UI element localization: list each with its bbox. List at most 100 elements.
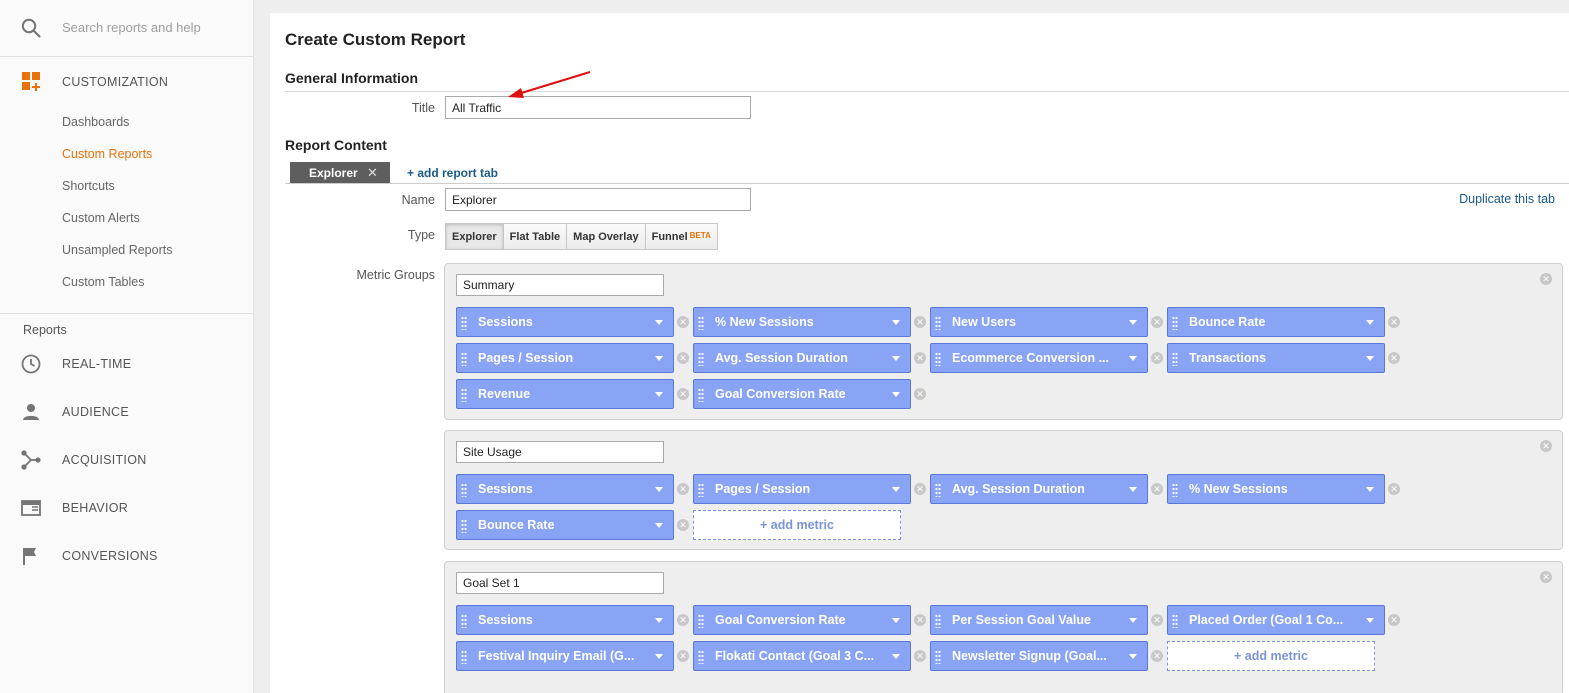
sidebar-item-unsampled-reports[interactable]: Unsampled Reports xyxy=(62,243,172,257)
drag-grip-icon[interactable] xyxy=(461,614,467,628)
sidebar-item-audience[interactable]: AUDIENCE xyxy=(0,397,254,427)
remove-circle-icon[interactable]: ✕ xyxy=(1388,352,1400,364)
metric-chip[interactable]: Transactions xyxy=(1167,343,1385,373)
caret-down-icon[interactable] xyxy=(1366,356,1374,361)
remove-circle-icon[interactable]: ✕ xyxy=(914,650,926,662)
metric-chip[interactable]: Bounce Rate xyxy=(1167,307,1385,337)
caret-down-icon[interactable] xyxy=(655,523,663,528)
metric-chip[interactable]: Avg. Session Duration xyxy=(693,343,911,373)
close-icon[interactable]: ✕ xyxy=(367,165,378,181)
drag-grip-icon[interactable] xyxy=(1172,483,1178,497)
caret-down-icon[interactable] xyxy=(892,487,900,492)
metric-chip[interactable]: Flokati Contact (Goal 3 C... xyxy=(693,641,911,671)
remove-circle-icon[interactable]: ✕ xyxy=(1151,483,1163,495)
metric-chip[interactable]: Revenue xyxy=(456,379,674,409)
sidebar-item-conversions[interactable]: CONVERSIONS xyxy=(0,541,254,571)
caret-down-icon[interactable] xyxy=(655,618,663,623)
caret-down-icon[interactable] xyxy=(655,654,663,659)
sidebar-item-realtime[interactable]: REAL-TIME xyxy=(0,349,254,379)
caret-down-icon[interactable] xyxy=(1129,320,1137,325)
drag-grip-icon[interactable] xyxy=(935,650,941,664)
caret-down-icon[interactable] xyxy=(655,392,663,397)
type-flat-table-button[interactable]: Flat Table xyxy=(502,223,568,250)
remove-circle-icon[interactable]: ✕ xyxy=(914,388,926,400)
caret-down-icon[interactable] xyxy=(1129,654,1137,659)
drag-grip-icon[interactable] xyxy=(1172,316,1178,330)
metric-chip[interactable]: Goal Conversion Rate xyxy=(693,379,911,409)
metric-group-name-input[interactable] xyxy=(456,274,664,296)
remove-circle-icon[interactable]: ✕ xyxy=(677,388,689,400)
metric-chip[interactable]: Pages / Session xyxy=(693,474,911,504)
remove-circle-icon[interactable]: ✕ xyxy=(914,614,926,626)
type-funnel-button[interactable]: Funnel BETA xyxy=(644,223,718,250)
metric-chip[interactable]: Ecommerce Conversion ... xyxy=(930,343,1148,373)
metric-group-name-input[interactable] xyxy=(456,572,664,594)
remove-circle-icon[interactable]: ✕ xyxy=(1151,316,1163,328)
remove-circle-icon[interactable]: ✕ xyxy=(1540,273,1552,285)
add-metric-button[interactable]: + add metric xyxy=(1167,641,1375,671)
caret-down-icon[interactable] xyxy=(1129,356,1137,361)
caret-down-icon[interactable] xyxy=(892,356,900,361)
drag-grip-icon[interactable] xyxy=(698,614,704,628)
caret-down-icon[interactable] xyxy=(1129,487,1137,492)
drag-grip-icon[interactable] xyxy=(698,352,704,366)
remove-circle-icon[interactable]: ✕ xyxy=(677,650,689,662)
drag-grip-icon[interactable] xyxy=(461,316,467,330)
sidebar-item-dashboards[interactable]: Dashboards xyxy=(62,115,129,129)
remove-circle-icon[interactable]: ✕ xyxy=(677,352,689,364)
drag-grip-icon[interactable] xyxy=(461,650,467,664)
metric-chip[interactable]: % New Sessions xyxy=(693,307,911,337)
metric-chip[interactable]: New Users xyxy=(930,307,1148,337)
metric-chip[interactable]: Pages / Session xyxy=(456,343,674,373)
drag-grip-icon[interactable] xyxy=(461,483,467,497)
metric-chip[interactable]: Festival Inquiry Email (G... xyxy=(456,641,674,671)
drag-grip-icon[interactable] xyxy=(461,352,467,366)
search-input[interactable] xyxy=(62,16,242,38)
drag-grip-icon[interactable] xyxy=(698,316,704,330)
search-icon[interactable] xyxy=(20,17,42,39)
metric-chip[interactable]: % New Sessions xyxy=(1167,474,1385,504)
metric-chip[interactable]: Sessions xyxy=(456,605,674,635)
sidebar-item-acquisition[interactable]: ACQUISITION xyxy=(0,445,254,475)
add-metric-button[interactable]: + add metric xyxy=(693,510,901,540)
caret-down-icon[interactable] xyxy=(1366,320,1374,325)
metric-chip[interactable]: Goal Conversion Rate xyxy=(693,605,911,635)
tab-name-input[interactable] xyxy=(445,188,751,211)
metric-chip[interactable]: Newsletter Signup (Goal... xyxy=(930,641,1148,671)
metric-chip[interactable]: Sessions xyxy=(456,474,674,504)
remove-circle-icon[interactable]: ✕ xyxy=(677,316,689,328)
drag-grip-icon[interactable] xyxy=(461,388,467,402)
remove-circle-icon[interactable]: ✕ xyxy=(1151,614,1163,626)
caret-down-icon[interactable] xyxy=(892,320,900,325)
remove-circle-icon[interactable]: ✕ xyxy=(677,519,689,531)
drag-grip-icon[interactable] xyxy=(461,519,467,533)
drag-grip-icon[interactable] xyxy=(935,316,941,330)
remove-circle-icon[interactable]: ✕ xyxy=(1388,483,1400,495)
drag-grip-icon[interactable] xyxy=(935,483,941,497)
caret-down-icon[interactable] xyxy=(655,320,663,325)
caret-down-icon[interactable] xyxy=(1366,487,1374,492)
title-input[interactable] xyxy=(445,96,751,119)
caret-down-icon[interactable] xyxy=(892,654,900,659)
type-explorer-button[interactable]: Explorer xyxy=(445,223,504,250)
remove-circle-icon[interactable]: ✕ xyxy=(677,483,689,495)
drag-grip-icon[interactable] xyxy=(935,352,941,366)
drag-grip-icon[interactable] xyxy=(698,388,704,402)
customization-section[interactable]: CUSTOMIZATION xyxy=(0,66,254,98)
drag-grip-icon[interactable] xyxy=(1172,614,1178,628)
remove-circle-icon[interactable]: ✕ xyxy=(1151,650,1163,662)
metric-chip[interactable]: Avg. Session Duration xyxy=(930,474,1148,504)
remove-circle-icon[interactable]: ✕ xyxy=(914,352,926,364)
metric-chip[interactable]: Bounce Rate xyxy=(456,510,674,540)
sidebar-item-custom-tables[interactable]: Custom Tables xyxy=(62,275,144,289)
add-report-tab-link[interactable]: + add report tab xyxy=(407,166,498,180)
remove-circle-icon[interactable]: ✕ xyxy=(1388,316,1400,328)
metric-group-name-input[interactable] xyxy=(456,441,664,463)
drag-grip-icon[interactable] xyxy=(698,650,704,664)
caret-down-icon[interactable] xyxy=(1129,618,1137,623)
sidebar-item-custom-reports[interactable]: Custom Reports xyxy=(62,147,152,161)
duplicate-tab-link[interactable]: Duplicate this tab xyxy=(1459,192,1555,206)
metric-chip[interactable]: Placed Order (Goal 1 Co... xyxy=(1167,605,1385,635)
metric-chip[interactable]: Sessions xyxy=(456,307,674,337)
remove-circle-icon[interactable]: ✕ xyxy=(1540,571,1552,583)
